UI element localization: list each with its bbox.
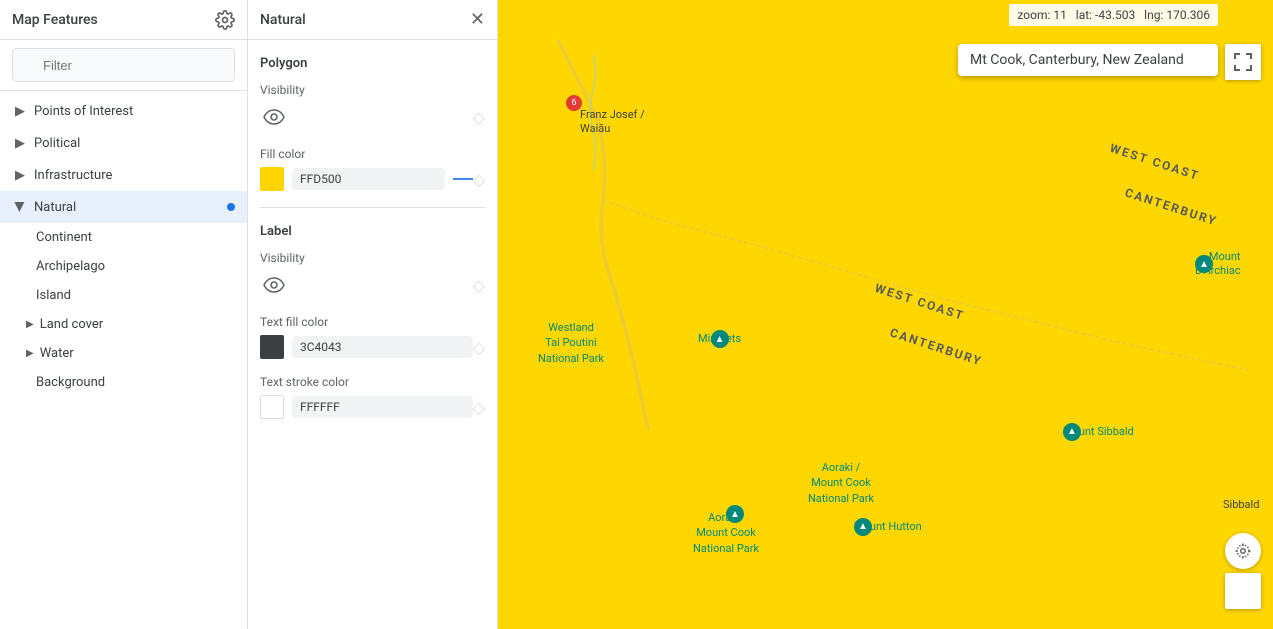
text-fill-swatch[interactable] — [260, 335, 284, 359]
sidebar-item-label: Natural — [34, 200, 76, 215]
fill-color-label: Fill color — [260, 147, 485, 161]
chevron-down-icon: ▶ — [12, 199, 28, 215]
aoraki-marker: ▲ — [726, 505, 744, 523]
eye-icon-label[interactable] — [260, 271, 288, 299]
visibility-label-polygon: Visibility — [260, 83, 485, 97]
reset-diamond-icon[interactable]: ◇ — [473, 276, 485, 295]
sub-item-label: Land cover — [40, 317, 103, 332]
text-stroke-label: Text stroke color — [260, 375, 485, 389]
coords-bar: zoom: 11 lat: -43.503 lng: 170.306 — [498, 0, 1273, 30]
middle-panel: Natural ✕ Polygon Visibility ◇ Fill colo… — [248, 0, 498, 629]
reset-diamond-icon[interactable]: ◇ — [473, 338, 485, 357]
reset-diamond-icon[interactable]: ◇ — [473, 108, 485, 127]
nav-list: ▶ Points of Interest ▶ Political ▶ Infra… — [0, 91, 247, 629]
chevron-right-icon: ▶ — [12, 135, 28, 151]
gear-icon[interactable] — [215, 10, 235, 30]
panel-content: Polygon Visibility ◇ Fill color FFD500 ◇… — [248, 40, 497, 629]
sidebar-item-label: Political — [34, 136, 80, 151]
sidebar-item-infrastructure[interactable]: ▶ Infrastructure — [0, 159, 247, 191]
locate-button[interactable] — [1225, 533, 1261, 569]
sidebar-item-points-of-interest[interactable]: ▶ Points of Interest — [0, 95, 247, 127]
fullscreen-button[interactable] — [1225, 44, 1261, 80]
filter-container: ☰ — [0, 40, 247, 91]
map-bottom-controls — [1225, 533, 1261, 609]
sub-item-label: Island — [36, 288, 71, 303]
sub-item-label: Background — [36, 375, 105, 390]
aoraki-label-1: Aoraki /Mount CookNational Park — [808, 460, 874, 506]
search-value: Mt Cook, Canterbury, New Zealand — [970, 52, 1184, 68]
visibility-label-label: Visibility — [260, 251, 485, 265]
sidebar-item-natural[interactable]: ▶ Natural — [0, 191, 247, 223]
eye-icon[interactable] — [260, 103, 288, 131]
text-stroke-value[interactable]: FFFFFF — [292, 396, 473, 418]
text-fill-label: Text fill color — [260, 315, 485, 329]
text-stroke-row: FFFFFF ◇ — [260, 395, 485, 419]
close-icon[interactable]: ✕ — [470, 9, 485, 30]
chevron-right-icon: ▶ — [12, 103, 28, 119]
chevron-right-icon: ▶ — [12, 167, 28, 183]
minarets-wrapper: ▲ Minarets — [698, 330, 741, 345]
text-fill-value[interactable]: 3C4043 — [292, 336, 473, 358]
sidebar-header: Map Features — [0, 0, 247, 40]
filter-input[interactable] — [12, 48, 235, 82]
sibbald-label: Sibbald — [1223, 498, 1259, 511]
sidebar-item-label: Infrastructure — [34, 168, 112, 183]
map-area[interactable]: zoom: 11 lat: -43.503 lng: 170.306 Mt Co… — [498, 0, 1273, 629]
sidebar-title: Map Features — [12, 12, 98, 28]
sub-item-label: Continent — [36, 230, 92, 245]
polygon-section-title: Polygon — [260, 56, 485, 71]
label-section-title: Label — [260, 224, 485, 239]
chevron-right-icon: ▶ — [26, 319, 34, 330]
search-box[interactable]: Mt Cook, Canterbury, New Zealand — [958, 44, 1218, 76]
sidebar-item-political[interactable]: ▶ Political — [0, 127, 247, 159]
left-sidebar: Map Features ☰ ▶ Points of Interest ▶ Po… — [0, 0, 248, 629]
sidebar-sub-item-background[interactable]: Background — [0, 368, 247, 397]
panel-header: Natural ✕ — [248, 0, 497, 40]
zoom-in-button[interactable] — [1225, 573, 1261, 609]
label-visibility-row: ◇ — [260, 271, 485, 299]
reset-diamond-icon[interactable]: ◇ — [473, 398, 485, 417]
text-stroke-swatch[interactable] — [260, 395, 284, 419]
fill-color-swatch[interactable] — [260, 167, 284, 191]
polygon-visibility-row: ◇ — [260, 103, 485, 131]
mount-darchiac-wrapper: MountD'Archiac ▲ — [1195, 250, 1241, 279]
sidebar-item-label: Points of Interest — [34, 104, 133, 119]
fill-dash-indicator — [453, 178, 473, 180]
sidebar-sub-item-archipelago[interactable]: Archipelago — [0, 252, 247, 281]
text-fill-row: 3C4043 ◇ — [260, 335, 485, 359]
fill-color-value[interactable]: FFD500 — [292, 168, 445, 190]
active-indicator — [227, 203, 235, 211]
mount-sibbald-wrapper: Mount Sibbald ▲ — [1063, 425, 1134, 438]
chevron-right-icon: ▶ — [26, 348, 34, 359]
panel-title: Natural — [260, 12, 306, 28]
sidebar-sub-item-land-cover[interactable]: ▶ Land cover — [0, 310, 247, 339]
map-svg — [498, 0, 1273, 629]
section-divider — [260, 207, 485, 208]
reset-diamond-icon[interactable]: ◇ — [473, 170, 485, 189]
sidebar-sub-item-island[interactable]: Island — [0, 281, 247, 310]
sidebar-sub-item-water[interactable]: ▶ Water — [0, 339, 247, 368]
map-coords: zoom: 11 lat: -43.503 lng: 170.306 — [1009, 4, 1218, 26]
westland-park-label: WestlandTai PoutiniNational Park — [538, 320, 604, 366]
fullscreen-button-wrapper — [1225, 44, 1261, 80]
sidebar-sub-item-continent[interactable]: Continent — [0, 223, 247, 252]
mount-hutton-marker: ▲ — [854, 518, 872, 536]
sub-item-label: Water — [40, 346, 74, 361]
minarets-marker: ▲ — [711, 330, 729, 348]
mount-hutton-wrapper: Mount Hutton ▲ — [854, 520, 922, 533]
fill-color-row: FFD500 ◇ — [260, 167, 485, 191]
sub-item-label: Archipelago — [36, 259, 105, 274]
franz-josef-label: Franz Josef /Waiāu — [580, 108, 645, 137]
mount-sibbald-marker: ▲ — [1063, 423, 1081, 441]
